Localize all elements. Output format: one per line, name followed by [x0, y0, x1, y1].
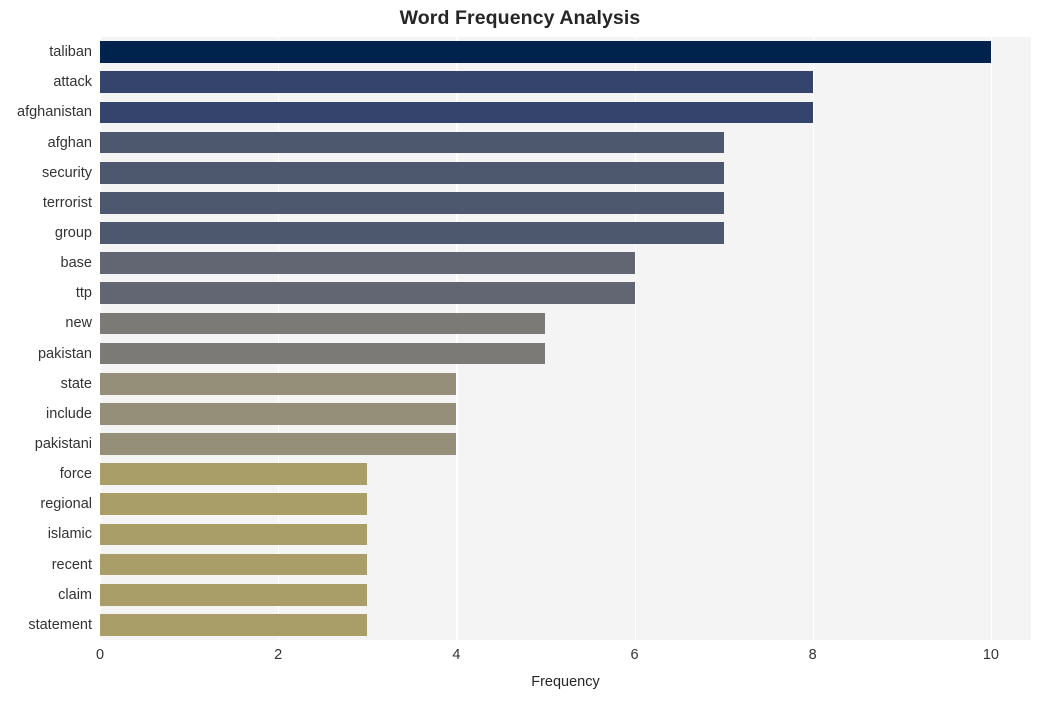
bar-row	[100, 282, 1031, 305]
x-tick-label-10: 10	[982, 647, 999, 663]
y-tick-label-base: base	[60, 255, 92, 272]
bar-pakistan	[100, 342, 546, 365]
bar-force	[100, 463, 368, 486]
bar-afghan	[100, 131, 724, 154]
bar-row	[100, 372, 1031, 395]
y-tick-label-taliban: taliban	[49, 44, 92, 61]
bar-row	[100, 71, 1031, 94]
y-tick-label-security: security	[42, 164, 92, 181]
y-tick-label-new: new	[65, 315, 92, 332]
y-tick-label-claim: claim	[58, 586, 92, 603]
y-tick-label-afghan: afghan	[47, 134, 92, 151]
bar-row	[100, 161, 1031, 184]
bar-row	[100, 433, 1031, 455]
y-tick-label-statement: statement	[28, 616, 92, 633]
bar-new	[100, 312, 546, 335]
bar-ttp	[100, 282, 635, 305]
bar-statement	[100, 614, 368, 636]
bar-state	[100, 372, 457, 395]
bar-row	[100, 614, 1031, 636]
bar-row	[100, 403, 1031, 425]
x-tick-label-8: 8	[808, 647, 817, 663]
bar-series	[100, 37, 1031, 640]
bar-group	[100, 222, 724, 244]
plot-area	[100, 37, 1031, 640]
y-tick-label-group: group	[54, 224, 92, 241]
y-tick-label-pakistani: pakistani	[34, 436, 92, 453]
bar-row	[100, 312, 1031, 335]
bar-claim	[100, 583, 368, 606]
bar-include	[100, 403, 457, 425]
bar-row	[100, 583, 1031, 606]
bar-security	[100, 161, 724, 184]
y-tick-label-afghanistan: afghanistan	[17, 104, 92, 121]
x-axis-title: Frequency	[531, 674, 600, 690]
bar-pakistani	[100, 433, 457, 455]
bar-regional	[100, 493, 368, 516]
x-tick-label-2: 2	[274, 647, 283, 663]
bar-recent	[100, 553, 368, 576]
bar-islamic	[100, 523, 368, 546]
bar-row	[100, 553, 1031, 576]
x-tick-label-6: 6	[630, 647, 639, 663]
chart-title: Word Frequency Analysis	[399, 7, 641, 29]
y-tick-label-pakistan: pakistan	[37, 345, 92, 362]
bar-row	[100, 463, 1031, 486]
bar-row	[100, 101, 1031, 124]
bar-row	[100, 252, 1031, 274]
x-tick-label-0: 0	[95, 647, 105, 663]
bar-row	[100, 342, 1031, 365]
bar-row	[100, 191, 1031, 214]
bar-attack	[100, 71, 813, 94]
bar-row	[100, 222, 1031, 244]
bar-row	[100, 493, 1031, 516]
y-tick-label-regional: regional	[40, 496, 92, 513]
y-tick-label-islamic: islamic	[47, 526, 92, 543]
y-tick-label-state: state	[60, 375, 92, 392]
y-tick-label-attack: attack	[53, 74, 92, 91]
y-tick-label-ttp: ttp	[75, 285, 92, 302]
bar-taliban	[100, 41, 991, 63]
y-axis-tick-labels: taliban attack afghanistan afghan security te…	[0, 37, 92, 640]
bar-terrorist	[100, 191, 724, 214]
bar-row	[100, 523, 1031, 546]
bar-row	[100, 131, 1031, 154]
word-frequency-chart-figure: Word Frequency Analysis taliban attack afg…	[0, 0, 1040, 701]
bar-base	[100, 252, 635, 274]
y-tick-label-recent: recent	[51, 556, 92, 573]
x-tick-label-4: 4	[452, 647, 461, 663]
y-tick-label-include: include	[46, 405, 92, 422]
y-tick-label-terrorist: terrorist	[42, 194, 92, 211]
x-axis-tick-labels: 0 2 4 6 8 10	[96, 647, 1031, 670]
y-tick-label-force: force	[59, 466, 92, 483]
bar-row	[100, 41, 1031, 63]
bar-afghanistan	[100, 101, 813, 124]
